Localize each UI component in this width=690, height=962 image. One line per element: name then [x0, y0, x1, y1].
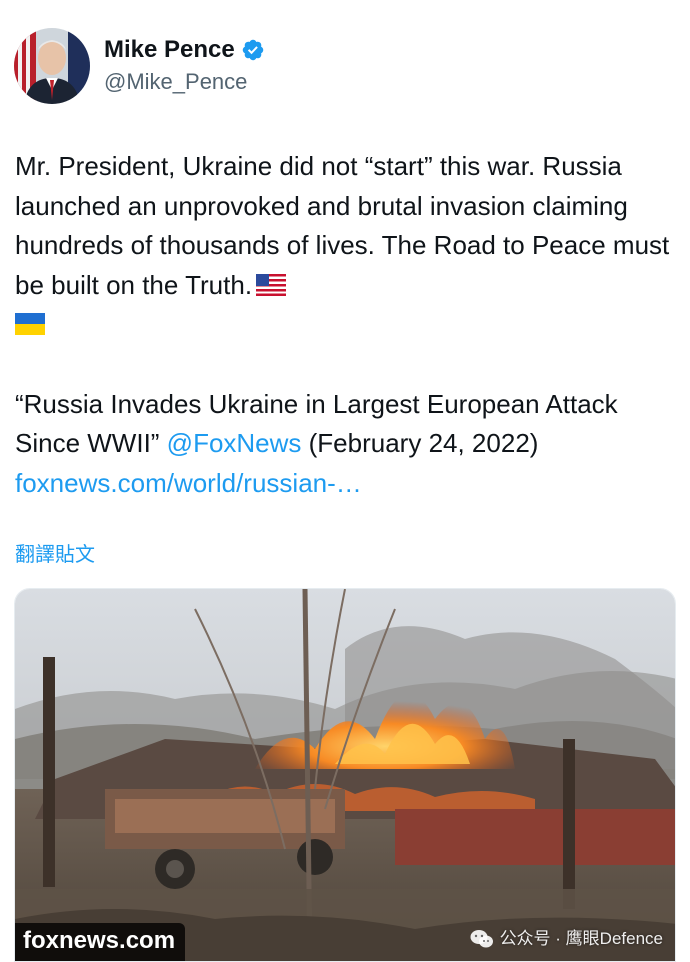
author-identity: Mike Pence @Mike_Pence: [104, 35, 265, 97]
avatar-image: [14, 28, 90, 104]
us-flag-icon: [256, 273, 287, 296]
quote-paragraph: “Russia Invades Ukraine in Largest Europ…: [15, 385, 675, 504]
date-text: (February 24, 2022): [301, 428, 539, 458]
tweet-header: Mike Pence @Mike_Pence: [14, 28, 265, 104]
verified-badge-icon[interactable]: [241, 38, 265, 62]
wechat-icon: [470, 930, 493, 948]
watermark: 公众号 · 鹰眼Defence: [470, 927, 663, 951]
burning-buildings-photo: [15, 589, 675, 961]
tweet-body: Mr. President, Ukraine did not “start” t…: [15, 147, 675, 345]
article-link[interactable]: foxnews.com/world/russian-…: [15, 468, 362, 498]
media-image[interactable]: foxnews.com 公众号 · 鹰眼Defence: [14, 588, 676, 962]
translate-post-link[interactable]: 翻譯貼文: [15, 541, 95, 569]
author-handle[interactable]: @Mike_Pence: [104, 67, 265, 97]
source-badge: foxnews.com: [15, 923, 186, 961]
avatar[interactable]: [14, 28, 90, 104]
ukraine-flag-icon: [15, 313, 45, 335]
tweet-main-text: Mr. President, Ukraine did not “start” t…: [15, 151, 670, 300]
name-row: Mike Pence: [104, 35, 265, 65]
tweet-text: Mr. President, Ukraine did not “start” t…: [15, 147, 675, 503]
watermark-text: 公众号 · 鹰眼Defence: [499, 929, 663, 948]
author-name[interactable]: Mike Pence: [104, 35, 235, 65]
mention-link[interactable]: @FoxNews: [167, 428, 302, 458]
